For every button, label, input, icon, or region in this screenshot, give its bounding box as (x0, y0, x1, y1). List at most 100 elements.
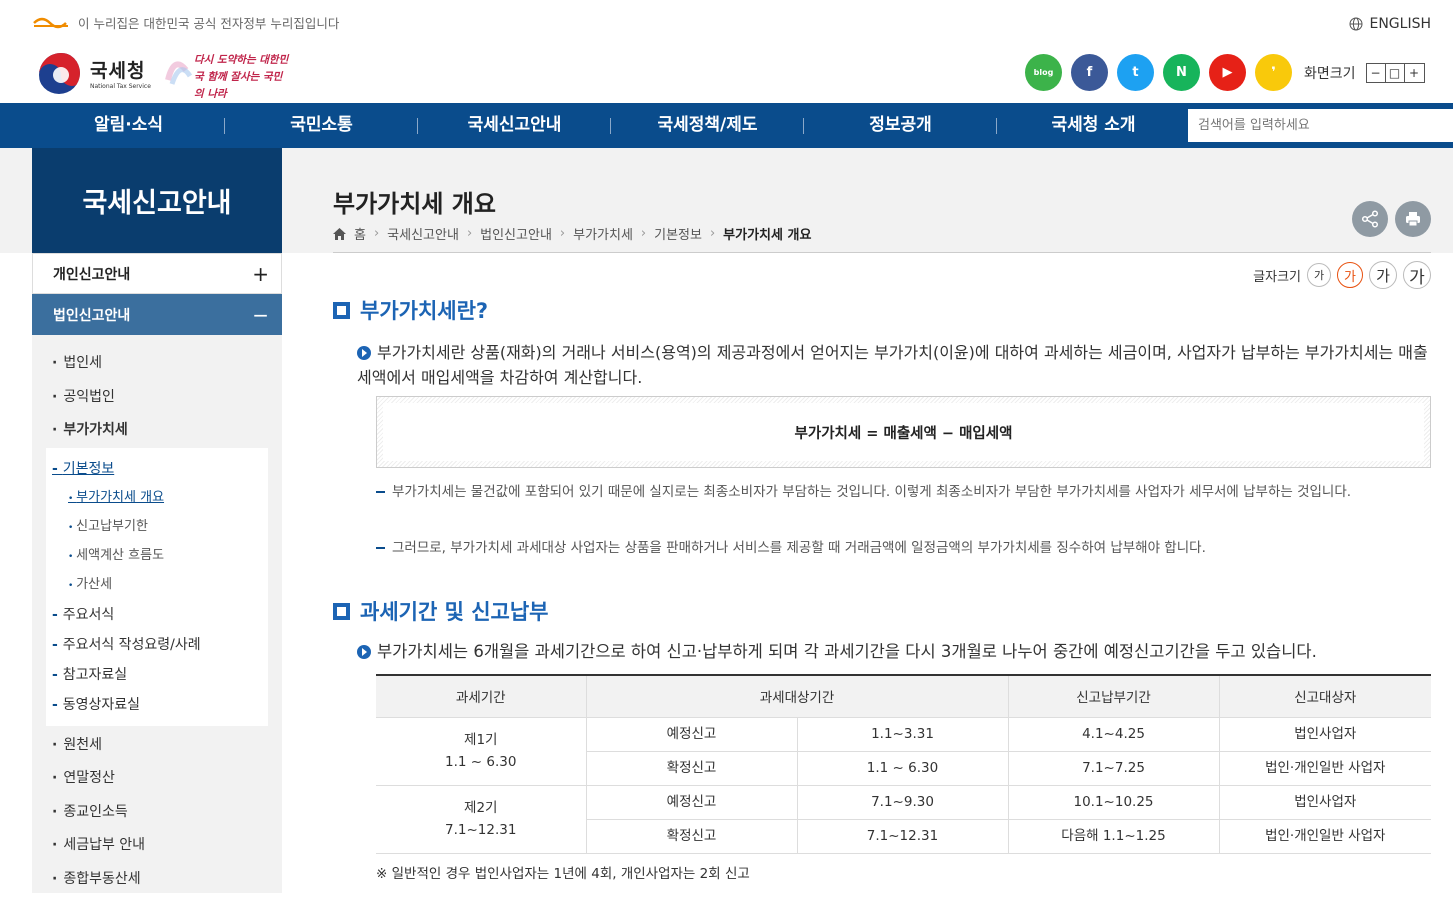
youtube-icon[interactable]: ▶ (1209, 54, 1246, 91)
text-size-control: 글자크기 가 가 가 가 (1253, 261, 1431, 289)
share-button[interactable] (1352, 201, 1388, 237)
chevron-right-icon: › (709, 226, 716, 241)
table-cell: 10.1~10.25 (1007, 784, 1220, 820)
breadcrumb-item[interactable]: 부가가치세 (573, 224, 633, 243)
expand-icon: + (252, 261, 269, 286)
period-range: 1.1 ~ 6.30 (445, 754, 517, 770)
title-divider (333, 252, 1431, 253)
chevron-right-icon: › (559, 226, 566, 241)
period-cell: 제2기 7.1~12.31 (376, 784, 587, 854)
submenu-videos[interactable]: 동영상자료실 (52, 690, 268, 720)
table-header: 과세대상기간 (585, 674, 1009, 718)
text-size-normal[interactable]: 가 (1337, 262, 1363, 288)
search-input[interactable] (1188, 109, 1453, 142)
blog-icon[interactable]: blog (1025, 54, 1062, 91)
local-nav: 개인신고안내 + 법인신고안내 − 법인세 공익법인 부가가치세 기본정보 부가… (32, 253, 282, 893)
submenu-penalty-tax[interactable]: 가산세 (52, 571, 268, 600)
table-cell: 법인사업자 (1218, 716, 1431, 752)
table-cell: 법인·개인일반 사업자 (1218, 750, 1431, 786)
table-cell: 1.1 ~ 6.30 (796, 750, 1009, 786)
english-link[interactable]: ENGLISH (1349, 16, 1431, 32)
submenu-form-guide[interactable]: 주요서식 작성요령/사례 (52, 630, 268, 660)
page-title: 부가가치세 개요 (333, 190, 496, 218)
text-size-large[interactable]: 가 (1369, 261, 1397, 289)
e-government-icon (33, 17, 68, 28)
lnb-item-withholding[interactable]: 원천세 (32, 729, 282, 763)
lnb-group-personal-label: 개인신고안내 (53, 266, 131, 283)
circle-arrow-icon (357, 645, 371, 659)
nts-logo[interactable]: 국세청 National Tax Service (36, 50, 151, 96)
lnb-item-corporate-tax[interactable]: 법인세 (32, 347, 282, 381)
submenu-main-forms[interactable]: 주요서식 (52, 600, 268, 630)
breadcrumb: 홈 › 국세신고안내 › 법인신고안내 › 부가가치세 › 기본정보 › 부가가치세 개요 (333, 224, 811, 243)
breadcrumb-item[interactable]: 법인신고안내 (480, 224, 552, 243)
naver-post-icon[interactable]: N (1163, 54, 1200, 91)
section-title-vat: 부가가치세란? (333, 295, 488, 325)
table-header: 신고대상자 (1218, 674, 1431, 718)
tax-period-table: 과세기간 과세대상기간 신고납부기간 신고대상자 제1기 1.1 ~ 6.30 예… (376, 674, 1431, 854)
period-range: 7.1~12.31 (445, 822, 517, 838)
zoom-reset-button[interactable]: □ (1386, 64, 1405, 82)
period-description-text: 부가가치세는 6개월을 과세기간으로 하여 신고·납부하게 되며 각 과세기간을… (377, 642, 1317, 661)
zoom-in-button[interactable]: + (1405, 64, 1424, 82)
table-cell: 예정신고 (585, 716, 798, 752)
table-cell: 법인사업자 (1218, 784, 1431, 820)
submenu-vat-overview[interactable]: 부가가치세 개요 (52, 484, 268, 513)
period-description: 부가가치세는 6개월을 과세기간으로 하여 신고·납부하게 되며 각 과세기간을… (357, 639, 1432, 664)
english-label: ENGLISH (1369, 16, 1431, 32)
table-cell: 4.1~4.25 (1007, 716, 1220, 752)
share-icon (1361, 210, 1379, 228)
kakao-icon[interactable]: ❜ (1255, 54, 1292, 91)
lnb-item-year-end[interactable]: 연말정산 (32, 762, 282, 796)
table-cell: 다음해 1.1~1.25 (1007, 818, 1220, 854)
period-name: 제1기 (464, 732, 498, 748)
lnb-item-property-tax[interactable]: 종합부동산세 (32, 863, 282, 897)
breadcrumb-item[interactable]: 국세신고안내 (387, 224, 459, 243)
text-size-xlarge[interactable]: 가 (1403, 261, 1431, 289)
submenu-basic-info[interactable]: 기본정보 (52, 454, 268, 484)
table-cell: 예정신고 (585, 784, 798, 820)
submenu-tax-flow[interactable]: 세액계산 흐름도 (52, 542, 268, 571)
text-size-label: 글자크기 (1253, 269, 1301, 285)
formula-box: 부가가치세 = 매출세액 − 매입세액 (376, 396, 1431, 468)
submenu-references[interactable]: 참고자료실 (52, 660, 268, 690)
breadcrumb-item[interactable]: 기본정보 (654, 224, 702, 243)
global-nav: 알림·소식 국민소통 국세신고안내 국세정책/제도 정보공개 국세청 소개 (0, 103, 1453, 148)
lnb-vat-submenu: 기본정보 부가가치세 개요 신고납부기한 세액계산 흐름도 가산세 주요서식 주… (46, 447, 268, 726)
text-size-small[interactable]: 가 (1307, 263, 1331, 287)
section-title-period: 과세기간 및 신고납부 (333, 596, 549, 626)
gov-banner[interactable]: 이 누리집은 대한민국 공식 전자정부 누리집입니다 (32, 13, 339, 32)
vat-note-1: 부가가치세는 물건값에 포함되어 있기 때문에 실지로는 최종소비자가 부담하는… (376, 480, 1416, 504)
gnb-item-tax-policy[interactable]: 국세정책/제도 (611, 103, 804, 148)
table-cell: 7.1~7.25 (1007, 750, 1220, 786)
gnb-item-news[interactable]: 알림·소식 (32, 103, 225, 148)
screen-size-control: 화면크기 − □ + (1304, 63, 1425, 83)
circle-arrow-icon (357, 346, 371, 360)
twitter-icon[interactable]: t (1117, 54, 1154, 91)
slogan-text: 다시 도약하는 대한민국 함께 잘사는 국민의 나라 (194, 54, 289, 100)
logo-ko: 국세청 (90, 60, 146, 82)
print-button[interactable] (1395, 201, 1431, 237)
gnb-item-tax-filing[interactable]: 국세신고안내 (418, 103, 611, 148)
lnb-list-bottom: 원천세 연말정산 종교인소득 세금납부 안내 종합부동산세 (32, 726, 282, 897)
breadcrumb-current: 부가가치세 개요 (723, 228, 812, 243)
period-cell: 제1기 1.1 ~ 6.30 (376, 716, 587, 786)
facebook-icon[interactable]: f (1071, 54, 1108, 91)
lnb-item-public-interest[interactable]: 공익법인 (32, 381, 282, 415)
lnb-group-corporate[interactable]: 법인신고안내 − (32, 294, 282, 335)
square-bullet-icon (333, 301, 350, 319)
table-cell: 확정신고 (586, 818, 798, 854)
gnb-item-communication[interactable]: 국민소통 (225, 103, 418, 148)
vat-note-2: 그러므로, 부가가치세 과세대상 사업자는 상품을 판매하거나 서비스를 제공할… (376, 536, 1416, 560)
section-title-vat-text: 부가가치세란? (360, 299, 489, 323)
breadcrumb-home[interactable]: 홈 (354, 224, 366, 243)
zoom-out-button[interactable]: − (1367, 64, 1386, 82)
lnb-item-payment-guide[interactable]: 세금납부 안내 (32, 829, 282, 863)
submenu-filing-deadline[interactable]: 신고납부기한 (52, 513, 268, 542)
lnb-group-personal[interactable]: 개인신고안내 + (32, 253, 282, 294)
sns-links: blog f t N ▶ ❜ (1025, 54, 1292, 91)
lnb-item-religious-income[interactable]: 종교인소득 (32, 796, 282, 830)
lnb-item-vat[interactable]: 부가가치세 (32, 414, 282, 448)
gnb-item-about[interactable]: 국세청 소개 (997, 103, 1190, 148)
gnb-item-info-disclosure[interactable]: 정보공개 (804, 103, 997, 148)
